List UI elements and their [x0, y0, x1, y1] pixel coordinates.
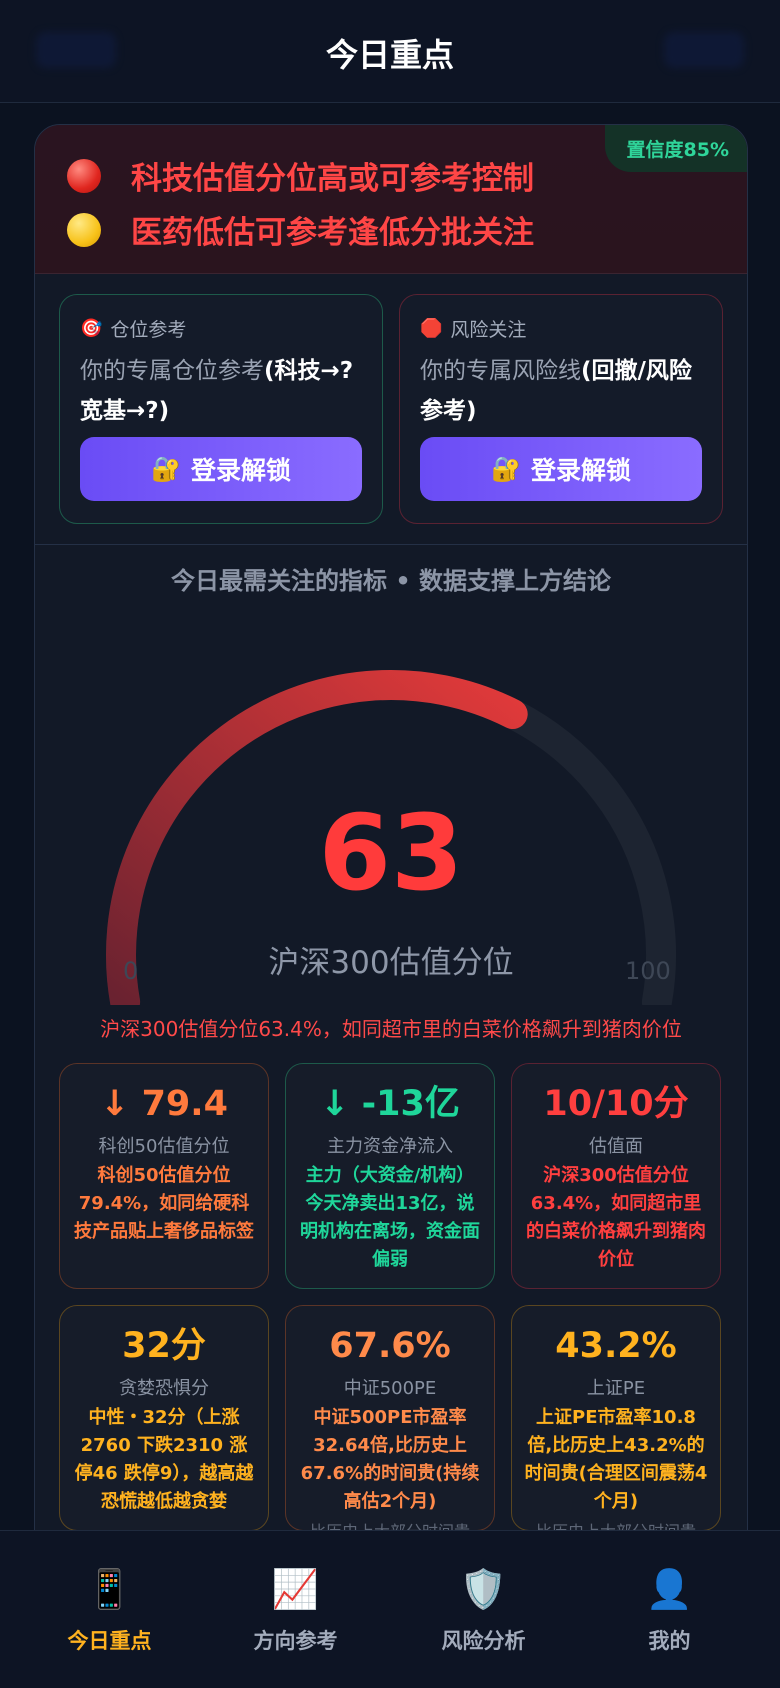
position-box-desc: 你的专属仓位参考(科技→?宽基→?): [80, 351, 362, 431]
metric-value: 67.6%: [329, 1326, 451, 1366]
metric-card-csi500-pe[interactable]: 67.6% 中证500PE 中证500PE市盈率32.64倍,比历史上67.6%…: [285, 1305, 495, 1541]
nav-item-risk-analysis[interactable]: 🛡️ 风险分析: [386, 1531, 581, 1688]
metric-card-main-fund-flow[interactable]: ↓ -13亿 主力资金净流入 主力（大资金/机构）今天净卖出13亿，说明机构在离…: [285, 1063, 495, 1289]
alert-text-1: 科技估值分位高或可参考控制: [131, 161, 534, 197]
stop-sign-icon: 🛑: [420, 318, 443, 339]
metric-value: 43.2%: [555, 1326, 677, 1366]
metric-detail: 沪深300估值分位63.4%，如同超市里的白菜价格飙升到猪肉价位: [526, 1165, 706, 1270]
nav-item-direction[interactable]: 📈 方向参考: [198, 1531, 393, 1688]
metric-card-sse-pe[interactable]: 43.2% 上证PE 上证PE市盈率10.8倍,比历史上43.2%的时间贵(合理…: [511, 1305, 721, 1541]
page-title: 今日重点: [325, 36, 454, 74]
metric-name: 主力资金净流入: [327, 1136, 453, 1157]
bottom-nav: 📱 今日重点 📈 方向参考 🛡️ 风险分析 👤 我的: [0, 1530, 780, 1688]
gauge-max-label: 100: [625, 957, 671, 985]
position-unlock-label: 登录解锁: [190, 456, 291, 485]
main-card: 置信度85% 科技估值分位高或可参考控制 医药低估可参考逢低分批关注 🎯 仓位参…: [34, 124, 748, 1688]
risk-box-desc: 你的专属风险线(回撤/风险参考): [420, 351, 702, 431]
gauge-summary: 沪深300估值分位63.4%，如同超市里的白菜价格飙升到猪肉价位: [100, 1017, 682, 1041]
user-icon: 👤: [645, 1567, 694, 1611]
nav-item-mine[interactable]: 👤 我的: [572, 1531, 767, 1688]
metric-value: 10/10分: [543, 1084, 689, 1124]
gauge-min-label: 0: [123, 957, 139, 985]
gauge-value: 63: [318, 792, 464, 914]
risk-focus-box: 🛑 风险关注 你的专属风险线(回撤/风险参考) 🔐 登录解锁: [399, 294, 723, 524]
position-box-header: 🎯 仓位参考: [80, 315, 186, 342]
phone-icon: 📱: [85, 1567, 134, 1611]
nav-label: 我的: [648, 1629, 691, 1653]
risk-login-unlock-button[interactable]: 🔐 登录解锁: [420, 437, 702, 501]
risk-box-header: 🛑 风险关注: [420, 315, 526, 342]
risk-box-title: 风险关注: [450, 319, 527, 341]
app-root: 今日重点 置信度85% 科技估值分位高或可参考控制 医药低估可参考逢低分批关注 …: [0, 0, 780, 1688]
metric-value: ↓ -13亿: [320, 1084, 460, 1124]
alert-line-2: 医药低估可参考逢低分批关注: [67, 207, 534, 252]
metric-detail: 上证PE市盈率10.8倍,比历史上43.2%的时间贵(合理区间震荡4个月): [524, 1407, 708, 1512]
metric-name: 中证500PE: [343, 1378, 437, 1399]
risk-desc-text: 你的专属风险线: [420, 358, 581, 384]
lock-icon: 🔐: [491, 455, 521, 483]
shield-icon: 🛡️: [459, 1567, 508, 1611]
target-icon: 🎯: [80, 318, 103, 339]
indicator-section-title: 今日最需关注的指标 • 数据支撑上方结论: [170, 567, 612, 595]
metric-name: 贪婪恐惧分: [119, 1378, 209, 1399]
yellow-circle-icon: [67, 212, 101, 247]
metric-name: 估值面: [589, 1136, 643, 1157]
alert-text-2: 医药低估可参考逢低分批关注: [131, 215, 534, 251]
lock-icon: 🔐: [151, 455, 181, 483]
metric-detail: 主力（大资金/机构）今天净卖出13亿，说明机构在离场，资金面偏弱: [300, 1165, 480, 1270]
risk-unlock-label: 登录解锁: [530, 456, 631, 485]
position-login-unlock-button[interactable]: 🔐 登录解锁: [80, 437, 362, 501]
nav-label: 方向参考: [253, 1629, 338, 1653]
reference-boxes: 🎯 仓位参考 你的专属仓位参考(科技→?宽基→?) 🔐 登录解锁 🛑 风险关注: [35, 274, 747, 545]
metric-detail: 科创50估值分位79.4%，如同给硬科技产品贴上奢侈品标签: [74, 1165, 254, 1242]
position-reference-box: 🎯 仓位参考 你的专属仓位参考(科技→?宽基→?) 🔐 登录解锁: [59, 294, 383, 524]
nav-item-today-focus[interactable]: 📱 今日重点: [12, 1531, 207, 1688]
alert-banner: 置信度85% 科技估值分位高或可参考控制 医药低估可参考逢低分批关注: [35, 125, 747, 274]
metric-card-fear-greed[interactable]: 32分 贪婪恐惧分 中性・32分（上涨2760 下跌2310 涨停46 跌停9）…: [59, 1305, 269, 1531]
red-circle-icon: [67, 158, 101, 193]
metric-detail: 中证500PE市盈率32.64倍,比历史上67.6%的时间贵(持续高估2个月): [300, 1407, 480, 1512]
metric-card-valuation-score[interactable]: 10/10分 估值面 沪深300估值分位63.4%，如同超市里的白菜价格飙升到猪…: [511, 1063, 721, 1289]
metric-value: ↓ 79.4: [100, 1084, 228, 1124]
alert-line-1: 科技估值分位高或可参考控制: [67, 153, 534, 198]
top-header: 今日重点: [0, 0, 780, 103]
position-box-title: 仓位参考: [110, 319, 187, 341]
chart-up-icon: 📈: [271, 1567, 320, 1611]
metric-value: 32分: [122, 1326, 206, 1366]
metric-card-star50-valuation[interactable]: ↓ 79.4 科创50估值分位 科创50估值分位79.4%，如同给硬科技产品贴上…: [59, 1063, 269, 1289]
metric-detail: 中性・32分（上涨2760 下跌2310 涨停46 跌停9），越高越恐慌越低越贪…: [74, 1407, 254, 1512]
nav-label: 今日重点: [67, 1629, 152, 1653]
nav-label: 风险分析: [441, 1629, 526, 1653]
metric-name: 上证PE: [586, 1378, 646, 1399]
metric-name: 科创50估值分位: [98, 1136, 230, 1157]
confidence-badge: 置信度85%: [604, 125, 747, 172]
position-desc-text: 你的专属仓位参考: [80, 358, 264, 384]
